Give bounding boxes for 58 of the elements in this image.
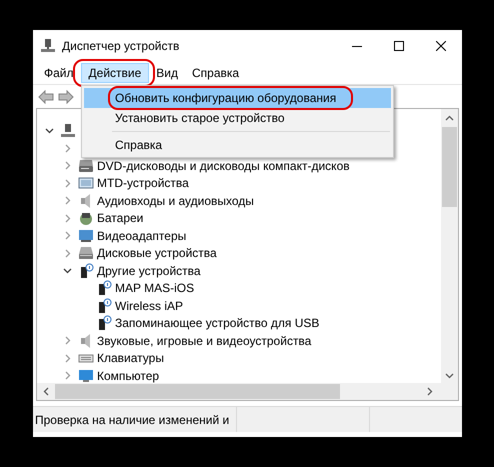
scroll-left-icon[interactable] bbox=[43, 387, 49, 396]
tree-item[interactable]: Клавиатуры bbox=[97, 349, 164, 368]
tree-item[interactable]: MTD-устройства bbox=[97, 174, 189, 192]
back-arrow-icon[interactable] bbox=[38, 90, 54, 104]
chevron-right-icon[interactable] bbox=[62, 161, 72, 170]
chevron-right-icon[interactable] bbox=[62, 231, 72, 240]
unknown-device-icon bbox=[96, 298, 112, 314]
chevron-down-icon[interactable] bbox=[62, 266, 72, 276]
chevron-right-icon[interactable] bbox=[62, 214, 72, 223]
scrollbar-thumb[interactable] bbox=[55, 384, 340, 399]
scroll-up-icon[interactable] bbox=[445, 115, 454, 121]
scroll-right-icon[interactable] bbox=[427, 387, 433, 396]
chevron-right-icon[interactable] bbox=[62, 144, 72, 153]
horizontal-scrollbar[interactable] bbox=[37, 383, 458, 400]
menu-option[interactable]: Справка bbox=[84, 135, 391, 155]
menu-item[interactable]: Файл bbox=[37, 63, 81, 83]
tree-item[interactable]: DVD-дисководы и дисководы компакт-дисков bbox=[97, 156, 350, 175]
menu-item[interactable]: Вид bbox=[149, 63, 185, 83]
chevron-right-icon[interactable] bbox=[62, 248, 72, 258]
status-text: Проверка на наличие изменений и bbox=[35, 412, 230, 428]
tree-item[interactable]: Видеоадаптеры bbox=[97, 226, 186, 245]
chevron-right-icon[interactable] bbox=[62, 371, 72, 380]
disc-drive-icon bbox=[78, 158, 94, 174]
display-icon bbox=[78, 228, 94, 244]
scroll-down-icon[interactable] bbox=[445, 373, 454, 379]
monitor-icon bbox=[78, 368, 94, 383]
panel-icon bbox=[78, 175, 94, 192]
tree-item[interactable]: MAP MAS-iOS bbox=[115, 279, 194, 298]
menu-item[interactable]: Справка bbox=[185, 63, 246, 83]
chevron-right-icon[interactable] bbox=[62, 354, 72, 363]
disk-drive-icon bbox=[78, 245, 94, 262]
tree-item[interactable]: Wireless iAP bbox=[115, 296, 184, 315]
chevron-right-icon[interactable] bbox=[62, 178, 72, 188]
unknown-device-icon bbox=[96, 315, 112, 332]
tree-item[interactable]: Другие устройства bbox=[97, 262, 201, 280]
tree-item[interactable]: Аудиовходы и аудиовыходы bbox=[97, 192, 254, 210]
tree-item[interactable]: Звуковые, игровые и видеоустройства bbox=[97, 332, 312, 350]
menu-item[interactable]: Действие bbox=[80, 63, 150, 83]
menu-option[interactable]: Установить старое устройство bbox=[84, 108, 391, 128]
computer-icon bbox=[60, 122, 76, 139]
scrollbar-thumb[interactable] bbox=[442, 127, 457, 207]
chevron-right-icon[interactable] bbox=[62, 196, 72, 206]
tree-item[interactable]: Батареи bbox=[97, 209, 144, 228]
tree-item[interactable]: Дисковые устройства bbox=[97, 244, 217, 262]
unknown-device-icon bbox=[78, 262, 94, 279]
close-icon bbox=[436, 41, 446, 51]
computer-icon bbox=[40, 38, 56, 54]
forward-arrow-icon[interactable] bbox=[58, 90, 74, 104]
chevron-down-icon[interactable] bbox=[44, 126, 54, 136]
chevron-right-icon[interactable] bbox=[62, 336, 72, 346]
menu-option[interactable]: Обновить конфигурацию оборудования bbox=[84, 88, 391, 108]
unknown-device-icon bbox=[96, 280, 112, 296]
tree-item[interactable]: Компьютер bbox=[97, 366, 160, 383]
maximize-icon bbox=[394, 41, 404, 51]
window-title: Диспетчер устройств bbox=[62, 38, 180, 55]
vertical-scrollbar[interactable] bbox=[441, 109, 458, 383]
tree-item[interactable]: Запоминающее устройство для USB bbox=[115, 314, 320, 332]
battery-icon bbox=[78, 210, 94, 226]
